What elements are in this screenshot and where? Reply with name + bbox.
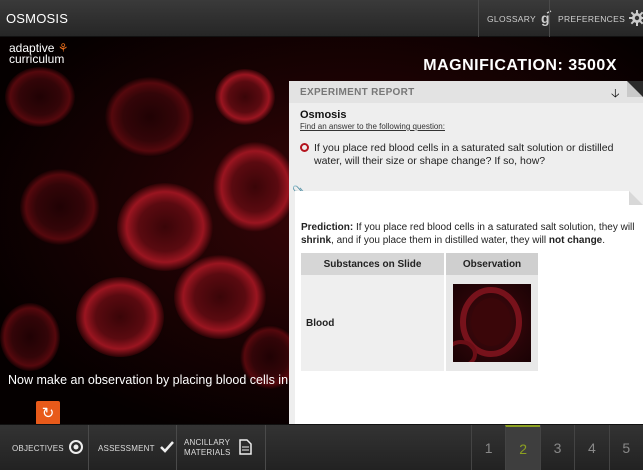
report-header-label: EXPERIMENT REPORT: [300, 87, 415, 98]
collapse-arrow-icon[interactable]: 🡣: [611, 84, 620, 105]
prediction-part-2: , and if you place them in distilled wat…: [331, 235, 549, 246]
prediction-shrink: shrink: [301, 235, 332, 246]
instruction-text: Now make an observation by placing blood…: [8, 373, 290, 387]
column-header-observation: Observation: [446, 253, 538, 275]
assessment-label: ASSESSMENT: [98, 443, 155, 453]
prediction-part-3: .: [602, 235, 606, 246]
checkmark-icon: [159, 441, 174, 455]
column-header-substances: Substances on Slide: [301, 253, 444, 275]
assessment-button[interactable]: ASSESSMENT: [89, 425, 177, 470]
prediction-text: Prediction: If you place red blood cells…: [301, 221, 639, 247]
prediction-label: Prediction:: [301, 222, 354, 233]
preferences-button[interactable]: PREFERENCES: [549, 0, 643, 37]
experiment-report-panel: EXPERIMENT REPORT 🡣 Osmosis Find an answ…: [289, 81, 643, 424]
ancillary-materials-button[interactable]: ANCILLARY MATERIALS: [177, 425, 266, 470]
report-topic: Osmosis: [300, 109, 347, 121]
glossary-button[interactable]: GLOSSARY g: [478, 0, 552, 37]
prediction-part-1: If you place red blood cells in a satura…: [353, 222, 635, 233]
app-title: OSMOSIS: [6, 11, 69, 26]
prediction-card: Prediction: If you place red blood cells…: [295, 191, 643, 424]
top-bar: OSMOSIS GLOSSARY g PREFERENCES: [0, 0, 643, 37]
question-bullet-icon: [300, 143, 309, 152]
bottom-bar: OBJECTIVES ASSESSMENT ANCILLARY MATERIALS…: [0, 424, 643, 470]
prediction-not-change: not change: [548, 235, 603, 246]
glossary-label: GLOSSARY: [487, 13, 537, 24]
page-button-2[interactable]: 2: [505, 425, 540, 470]
reset-button[interactable]: ↻: [36, 401, 60, 424]
page-button-3[interactable]: 3: [539, 425, 574, 470]
instruction-prefix: Now make an observation by placing blood…: [8, 373, 290, 387]
objectives-label: OBJECTIVES: [12, 443, 64, 453]
report-header: EXPERIMENT REPORT 🡣: [289, 81, 643, 103]
observation-cell[interactable]: [446, 275, 538, 371]
row-label-blood: Blood: [301, 275, 444, 371]
preferences-label: PREFERENCES: [558, 13, 626, 24]
adaptive-curriculum-logo: adaptive ⚘ curriculum: [9, 42, 68, 66]
target-icon: [68, 440, 83, 456]
logo-line2: curriculum: [9, 52, 65, 66]
page-button-1[interactable]: 1: [471, 425, 505, 470]
reset-icon: ↻: [41, 405, 55, 422]
gear-icon: [629, 9, 643, 28]
page-navigation: 1 2 3 4 5: [471, 425, 643, 470]
page-fold: [627, 81, 643, 97]
observation-table: Substances on Slide Observation Blood: [301, 253, 538, 371]
card-fold: [629, 191, 643, 205]
page-button-4[interactable]: 4: [574, 425, 608, 470]
magnification-label: MAGNIFICATION: 3500X: [423, 57, 617, 74]
ancillary-label: ANCILLARY MATERIALS: [184, 438, 231, 458]
table-row: Blood: [301, 275, 538, 371]
page-button-5[interactable]: 5: [608, 425, 643, 470]
blood-observation-thumbnail: [453, 284, 531, 362]
question-text: If you place red blood cells in a satura…: [314, 142, 614, 167]
objectives-button[interactable]: OBJECTIVES: [0, 425, 89, 470]
table-header-row: Substances on Slide Observation: [301, 253, 538, 275]
ancillary-line2: MATERIALS: [184, 448, 231, 457]
question-link[interactable]: Find an answer to the following question…: [300, 122, 445, 131]
document-icon: [238, 438, 252, 458]
ancillary-line1: ANCILLARY: [184, 438, 231, 447]
